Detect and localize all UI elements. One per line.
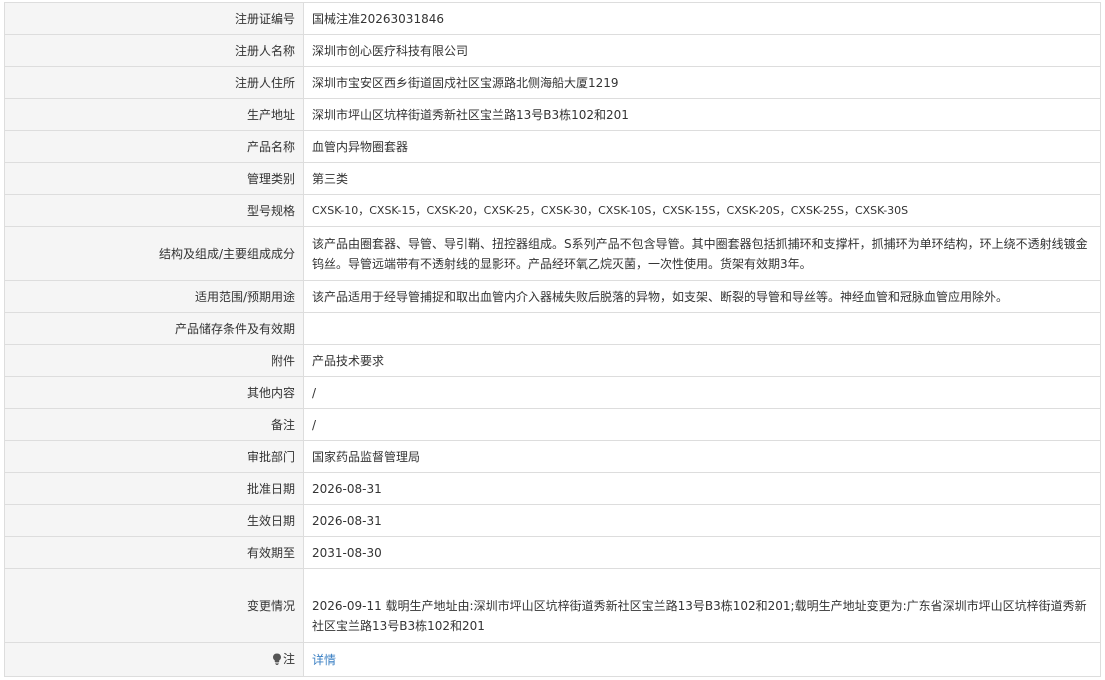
- row-label-model-spec: 型号规格: [4, 194, 304, 227]
- row-value-remarks: /: [303, 408, 1101, 441]
- table-row: 批准日期 2026-08-31: [4, 472, 1101, 505]
- note-label: 注: [272, 649, 295, 669]
- registration-detail-table: 注册证编号 国械注准20263031846 注册人名称 深圳市创心医疗科技有限公…: [4, 2, 1101, 677]
- table-row: 注 详情: [4, 642, 1101, 677]
- row-value-storage-conditions: [303, 312, 1101, 345]
- row-value-change-history: 2026-09-11 载明生产地址由:深圳市坪山区坑梓街道秀新社区宝兰路13号B…: [303, 568, 1101, 643]
- row-value-registrant-address: 深圳市宝安区西乡街道固戍社区宝源路北侧海船大厦1219: [303, 66, 1101, 99]
- row-value-approval-department: 国家药品监督管理局: [303, 440, 1101, 473]
- row-value-registrant-name: 深圳市创心医疗科技有限公司: [303, 34, 1101, 67]
- note-label-text: 注: [282, 651, 295, 666]
- row-label-valid-until: 有效期至: [4, 536, 304, 569]
- row-value-attachment: 产品技术要求: [303, 344, 1101, 377]
- table-row: 备注 /: [4, 408, 1101, 441]
- table-row: 生效日期 2026-08-31: [4, 504, 1101, 537]
- table-row: 型号规格 CXSK-10，CXSK-15，CXSK-20，CXSK-25，CXS…: [4, 194, 1101, 227]
- row-label-change-history: 变更情况: [4, 568, 304, 643]
- table-row: 附件 产品技术要求: [4, 344, 1101, 377]
- table-row: 注册人住所 深圳市宝安区西乡街道固戍社区宝源路北侧海船大厦1219: [4, 66, 1101, 99]
- row-label-registration-number: 注册证编号: [4, 2, 304, 35]
- row-label-approval-department: 审批部门: [4, 440, 304, 473]
- row-value-other-content: /: [303, 376, 1101, 409]
- row-value-product-name: 血管内异物圈套器: [303, 130, 1101, 163]
- table-row: 产品名称 血管内异物圈套器: [4, 130, 1101, 163]
- row-value-registration-number: 国械注准20263031846: [303, 2, 1101, 35]
- row-label-registrant-name: 注册人名称: [4, 34, 304, 67]
- row-value-intended-use: 该产品适用于经导管捕捉和取出血管内介入器械失败后脱落的异物，如支架、断裂的导管和…: [303, 280, 1101, 313]
- row-value-valid-until: 2031-08-30: [303, 536, 1101, 569]
- table-row: 管理类别 第三类: [4, 162, 1101, 195]
- details-link[interactable]: 详情: [312, 653, 336, 667]
- row-value-structure-composition: 该产品由圈套器、导管、导引鞘、扭控器组成。S系列产品不包含导管。其中圈套器包括抓…: [303, 226, 1101, 281]
- row-label-other-content: 其他内容: [4, 376, 304, 409]
- table-row: 结构及组成/主要组成成分 该产品由圈套器、导管、导引鞘、扭控器组成。S系列产品不…: [4, 226, 1101, 281]
- table-row: 审批部门 国家药品监督管理局: [4, 440, 1101, 473]
- table-row: 变更情况 2026-09-11 载明生产地址由:深圳市坪山区坑梓街道秀新社区宝兰…: [4, 568, 1101, 643]
- table-row: 有效期至 2031-08-30: [4, 536, 1101, 569]
- row-label-management-category: 管理类别: [4, 162, 304, 195]
- row-value-approval-date: 2026-08-31: [303, 472, 1101, 505]
- table-row: 适用范围/预期用途 该产品适用于经导管捕捉和取出血管内介入器械失败后脱落的异物，…: [4, 280, 1101, 313]
- row-label-remarks: 备注: [4, 408, 304, 441]
- row-label-production-address: 生产地址: [4, 98, 304, 131]
- table-row: 注册人名称 深圳市创心医疗科技有限公司: [4, 34, 1101, 67]
- table-row: 生产地址 深圳市坪山区坑梓街道秀新社区宝兰路13号B3栋102和201: [4, 98, 1101, 131]
- bulb-icon: [272, 653, 281, 665]
- row-value-model-spec: CXSK-10，CXSK-15，CXSK-20，CXSK-25，CXSK-30，…: [303, 194, 1101, 227]
- table-row: 其他内容 /: [4, 376, 1101, 409]
- row-label-effective-date: 生效日期: [4, 504, 304, 537]
- table-row: 注册证编号 国械注准20263031846: [4, 2, 1101, 35]
- note-label-cell: 注: [4, 642, 304, 677]
- row-label-registrant-address: 注册人住所: [4, 66, 304, 99]
- row-label-structure-composition: 结构及组成/主要组成成分: [4, 226, 304, 281]
- row-label-attachment: 附件: [4, 344, 304, 377]
- row-label-storage-conditions: 产品储存条件及有效期: [4, 312, 304, 345]
- table-row: 产品储存条件及有效期: [4, 312, 1101, 345]
- row-label-approval-date: 批准日期: [4, 472, 304, 505]
- row-label-intended-use: 适用范围/预期用途: [4, 280, 304, 313]
- row-value-effective-date: 2026-08-31: [303, 504, 1101, 537]
- row-value-production-address: 深圳市坪山区坑梓街道秀新社区宝兰路13号B3栋102和201: [303, 98, 1101, 131]
- row-label-product-name: 产品名称: [4, 130, 304, 163]
- row-value-management-category: 第三类: [303, 162, 1101, 195]
- note-value-cell: 详情: [303, 642, 1101, 677]
